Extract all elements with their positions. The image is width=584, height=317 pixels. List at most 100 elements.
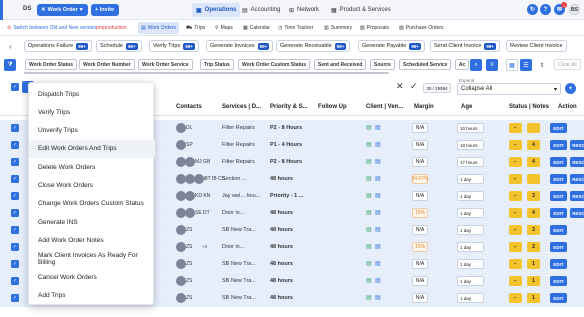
help-icon[interactable]: ? <box>540 4 551 15</box>
notes-count-badge[interactable]: 4 <box>527 157 540 167</box>
edit-button[interactable]: EDIT <box>550 174 567 184</box>
search-filter-icon[interactable]: ⌕ <box>470 59 482 71</box>
edit-button[interactable]: EDIT <box>550 276 567 286</box>
edit-button[interactable]: EDIT <box>550 225 567 235</box>
contact-avatar[interactable] <box>176 242 186 252</box>
row-checkbox[interactable]: ✓ <box>11 141 19 149</box>
chip-send-client-invoice[interactable]: Send Client Invoice 99+ <box>430 40 501 52</box>
menu-item-add-work-order-notes[interactable]: Add Work Order Notes <box>29 231 155 249</box>
vendor-icon[interactable]: ▤ <box>375 260 381 267</box>
subnav-purchase-orders[interactable]: ▨ Purchase Orders <box>396 22 447 34</box>
sliders-icon[interactable]: ≡ <box>486 59 498 71</box>
switch-version-link[interactable]: ⊘ Switch between Old and New version <box>4 22 99 34</box>
vendor-icon[interactable]: ▤ <box>375 277 381 284</box>
notes-count-badge[interactable]: 1 <box>527 293 540 303</box>
contact-avatar[interactable] <box>176 123 186 133</box>
sort-icon[interactable]: ⇕ <box>536 59 548 71</box>
add-icon[interactable]: + <box>565 83 576 94</box>
contact-avatar[interactable] <box>185 208 195 218</box>
status-phase-icon[interactable]: ⌐ <box>509 208 522 218</box>
chip-generate-receivable[interactable]: Generate Receivable 99+ <box>276 40 351 52</box>
client-icon[interactable]: ▤ <box>366 175 372 182</box>
chip-verify-trips[interactable]: Verify Trips 99+ <box>149 40 199 52</box>
contact-avatar[interactable] <box>176 157 186 167</box>
status-phase-icon[interactable]: ⌐ <box>509 157 522 167</box>
menu-item-mark-client-invoices-as-ready-for-billing[interactable]: Mark Client Invoices As Ready For Billin… <box>29 250 155 268</box>
contact-avatar[interactable] <box>176 174 186 184</box>
menu-item-close-work-orders[interactable]: Close Work Orders <box>29 177 155 195</box>
client-icon[interactable]: ▤ <box>366 141 372 148</box>
subnav-work-orders[interactable]: ▤ Work Orders <box>138 22 179 34</box>
filter-trip-status[interactable]: Trip Status <box>200 59 234 70</box>
menu-item-generate-ins[interactable]: Generate INS <box>29 213 155 231</box>
resolve-button[interactable]: RESOL <box>570 208 584 218</box>
menu-item-change-work-orders-custom-status[interactable]: Change Work Orders Custom Status <box>29 195 155 213</box>
menu-item-cancel-work-orders[interactable]: Cancel Work Orders <box>29 268 155 286</box>
header-services[interactable]: Services | D... <box>222 104 261 110</box>
vendor-icon[interactable]: ▤ <box>375 192 381 199</box>
filter-custom-status[interactable]: Work Order Custom Status <box>238 59 311 70</box>
status-phase-icon[interactable]: ⌐ <box>509 293 522 303</box>
notes-count-badge[interactable]: 3 <box>527 191 540 201</box>
client-icon[interactable]: ▤ <box>366 260 372 267</box>
contact-avatar[interactable] <box>176 293 186 303</box>
row-checkbox[interactable]: ✓ <box>11 226 19 234</box>
header-follow-up[interactable]: Follow Up <box>318 104 347 110</box>
menu-item-verify-trips[interactable]: Verify Trips <box>29 103 155 121</box>
expand-select[interactable]: Collapse All ▾ <box>457 83 561 95</box>
grid-view-icon[interactable]: ▦ <box>506 59 518 71</box>
chip-generate-payable[interactable]: Generate Payable 99+ <box>358 40 425 52</box>
vendor-icon[interactable]: ▤ <box>375 141 381 148</box>
resolve-button[interactable]: RESOL <box>570 157 584 167</box>
header-age[interactable]: Age <box>461 104 472 110</box>
resolve-button[interactable]: RESOL <box>570 140 584 150</box>
menu-item-unverify-trips[interactable]: Unverify Trips <box>29 122 155 140</box>
vendor-icon[interactable]: ▤ <box>375 158 381 165</box>
client-icon[interactable]: ▤ <box>366 294 372 301</box>
invite-button[interactable]: + Invite <box>91 4 119 16</box>
filter-work-order-status[interactable]: Work Order Status <box>25 59 78 70</box>
status-phase-icon[interactable]: ⌐ <box>509 174 522 184</box>
close-icon[interactable]: ✕ <box>396 81 404 92</box>
filter-sent-received[interactable]: Sent and Received <box>314 59 367 70</box>
filter-work-order-number[interactable]: Work Order Number <box>79 59 135 70</box>
vendor-icon[interactable]: ▤ <box>375 243 381 250</box>
notes-count-badge[interactable] <box>527 123 540 133</box>
edit-button[interactable]: EDIT <box>550 293 567 303</box>
subnav-proposals[interactable]: ▧ Proposals <box>357 22 392 34</box>
status-phase-icon[interactable]: ⌐ <box>509 140 522 150</box>
row-checkbox[interactable]: ✓ <box>11 260 19 268</box>
subnav-summary[interactable]: ▥ Summary <box>321 22 355 34</box>
tab-network[interactable]: ⊞ Network <box>285 3 323 17</box>
client-icon[interactable]: ▤ <box>366 124 372 131</box>
chip-generate-invoices[interactable]: Generate Invoices 99+ <box>206 40 274 52</box>
menu-item-dispatch-trips[interactable]: Dispatch Trips <box>29 85 155 103</box>
menu-item-add-trips[interactable]: Add Trips <box>29 286 155 304</box>
contact-avatar[interactable] <box>176 140 186 150</box>
menu-item-edit-work-orders-and-trips[interactable]: Edit Work Orders And Trips <box>29 139 155 158</box>
notes-count-badge[interactable] <box>527 174 540 184</box>
subnav-calendar[interactable]: ▦ Calendar <box>240 22 273 34</box>
header-action[interactable]: Action <box>558 104 577 110</box>
notes-count-badge[interactable]: 1 <box>527 276 540 286</box>
vendor-icon[interactable]: ▤ <box>375 124 381 131</box>
client-icon[interactable]: ▤ <box>366 192 372 199</box>
client-icon[interactable]: ▤ <box>366 277 372 284</box>
vendor-icon[interactable]: ▤ <box>375 175 381 182</box>
contact-avatar[interactable] <box>176 191 186 201</box>
edit-button[interactable]: EDIT <box>550 157 567 167</box>
edit-button[interactable]: EDIT <box>550 123 567 133</box>
work-order-button[interactable]: ✕ Work Order ▾ <box>37 4 88 16</box>
filter-more[interactable]: Ac <box>455 59 470 70</box>
status-phase-icon[interactable]: ⌐ <box>509 191 522 201</box>
edit-button[interactable]: EDIT <box>550 259 567 269</box>
row-checkbox[interactable]: ✓ <box>11 175 19 183</box>
refresh-icon[interactable]: ↻ <box>527 4 538 15</box>
notes-count-badge[interactable]: 3 <box>527 225 540 235</box>
subnav-trips[interactable]: ⛟ Trips <box>183 22 208 34</box>
subnav-maps[interactable]: ⚲ Maps <box>212 22 236 34</box>
notes-count-badge[interactable]: 4 <box>527 208 540 218</box>
chip-schedule[interactable]: Schedule 99+ <box>96 40 142 52</box>
tab-operations[interactable]: ▣ Operations <box>192 3 241 17</box>
header-margin[interactable]: Margin <box>414 104 434 110</box>
